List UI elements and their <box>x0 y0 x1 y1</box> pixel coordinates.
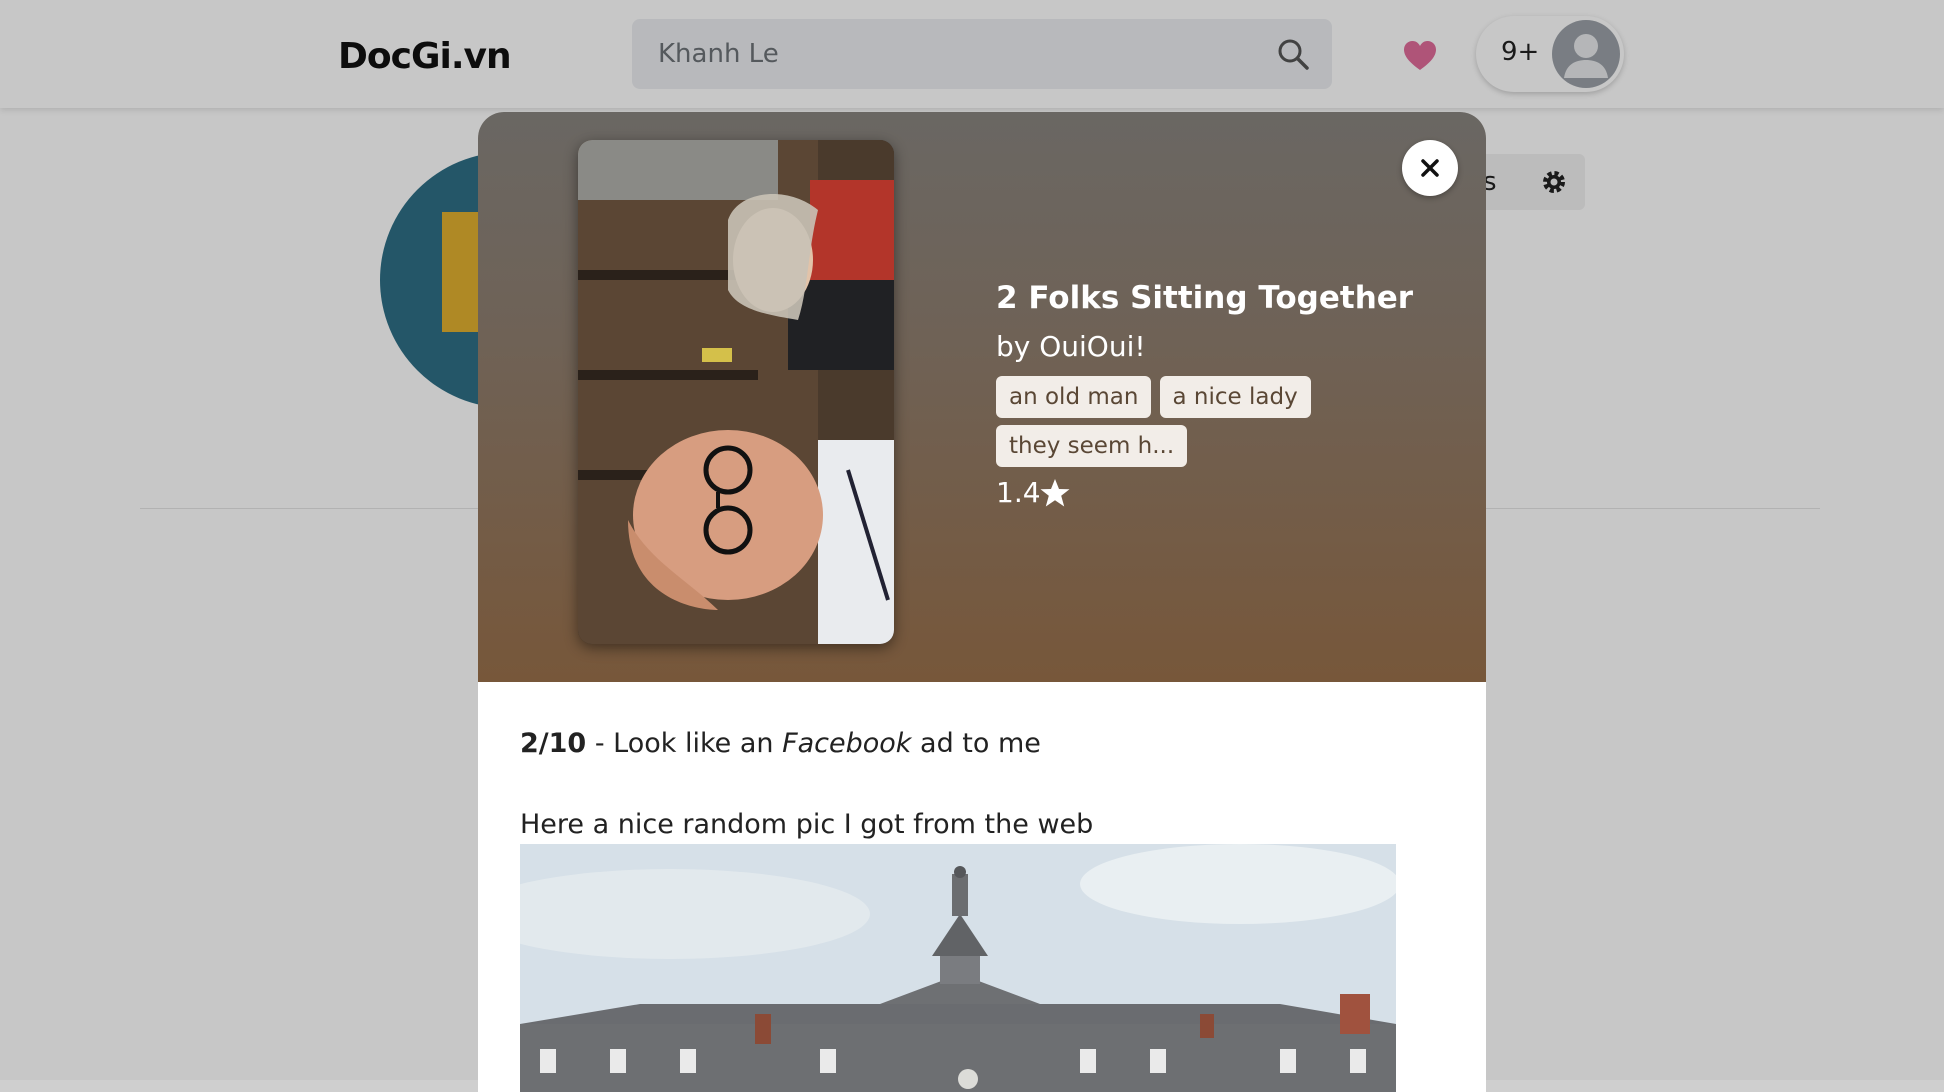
review-paragraph: Here a nice random pic I got from the we… <box>520 809 1094 840</box>
tag-list: an old man a nice lady they seem h... <box>996 376 1416 474</box>
review-text: 2/10 - Look like an Facebook ad to me <box>520 728 1440 759</box>
close-icon <box>1421 159 1439 177</box>
book-author[interactable]: by OuiOui! <box>996 330 1146 363</box>
review-text-after: ad to me <box>911 728 1041 759</box>
review-score: 2/10 <box>520 728 587 759</box>
review-text-before: - Look like an <box>586 728 783 759</box>
cover-image <box>578 140 894 644</box>
tag-chip[interactable]: they seem h... <box>996 425 1188 467</box>
review-emphasis: Facebook <box>782 728 912 759</box>
close-button[interactable] <box>1402 140 1458 196</box>
book-title: 2 Folks Sitting Together <box>996 280 1414 316</box>
book-detail-modal: 2 Folks Sitting Together by OuiOui! an o… <box>478 112 1486 1092</box>
tag-chip[interactable]: an old man <box>996 376 1152 418</box>
rating-value: 1.4 <box>996 476 1041 509</box>
review-photo <box>520 844 1396 1092</box>
modal-header: 2 Folks Sitting Together by OuiOui! an o… <box>478 112 1486 682</box>
rating: 1.4 <box>996 476 1070 509</box>
tag-chip[interactable]: a nice lady <box>1159 376 1311 418</box>
star-icon <box>1040 479 1070 507</box>
